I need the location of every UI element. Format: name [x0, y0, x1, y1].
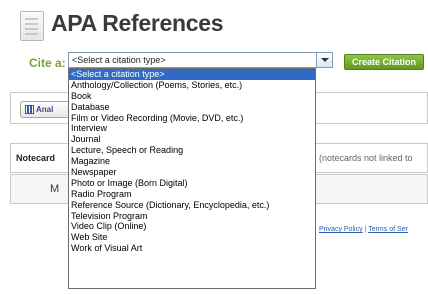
document-icon	[20, 11, 44, 41]
dropdown-option[interactable]: Film or Video Recording (Movie, DVD, etc…	[69, 113, 315, 124]
privacy-policy-link[interactable]: Privacy Policy	[319, 226, 363, 233]
dropdown-option[interactable]: Video Clip (Online)	[69, 221, 315, 232]
create-citation-button[interactable]: Create Citation	[344, 54, 424, 70]
citation-type-dropdown-list[interactable]: <Select a citation type> Anthology/Collec…	[68, 68, 316, 289]
analysis-button[interactable]: Anal	[20, 101, 72, 118]
cite-label: Cite a:	[29, 56, 66, 70]
footer-separator: |	[364, 226, 367, 233]
chart-icon	[25, 105, 34, 114]
dropdown-option[interactable]: Interview	[69, 123, 315, 134]
page-header: APA References	[20, 9, 260, 43]
dropdown-option[interactable]: Photo or Image (Born Digital)	[69, 178, 315, 189]
dropdown-arrow-icon[interactable]	[316, 52, 333, 68]
terms-of-service-link[interactable]: Terms of Ser	[368, 226, 408, 233]
dropdown-option[interactable]: Journal	[69, 134, 315, 145]
dropdown-option[interactable]: Web Site	[69, 232, 315, 243]
dropdown-option[interactable]: Newspaper	[69, 167, 315, 178]
dropdown-option[interactable]: Television Program	[69, 211, 315, 222]
page-title: APA References	[51, 10, 224, 36]
footer-links: Privacy Policy | Terms of Ser	[319, 226, 408, 233]
more-bar-label: M	[50, 183, 60, 195]
dropdown-option[interactable]: <Select a citation type>	[69, 69, 315, 80]
dropdown-option[interactable]: Radio Program	[69, 189, 315, 200]
dropdown-option[interactable]: Database	[69, 102, 315, 113]
notecards-label: Notecard	[16, 153, 56, 163]
dropdown-option[interactable]: Anthology/Collection (Poems, Stories, et…	[69, 80, 315, 91]
citation-type-select[interactable]: <Select a citation type>	[68, 52, 317, 68]
dropdown-option[interactable]: Magazine	[69, 156, 315, 167]
dropdown-option[interactable]: Work of Visual Art	[69, 243, 315, 254]
dropdown-option[interactable]: Lecture, Speech or Reading	[69, 145, 315, 156]
notecards-note: (notecards not linked to	[319, 153, 413, 163]
analysis-button-label: Anal	[36, 105, 54, 114]
dropdown-option[interactable]: Book	[69, 91, 315, 102]
dropdown-option[interactable]: Reference Source (Dictionary, Encycloped…	[69, 200, 315, 211]
